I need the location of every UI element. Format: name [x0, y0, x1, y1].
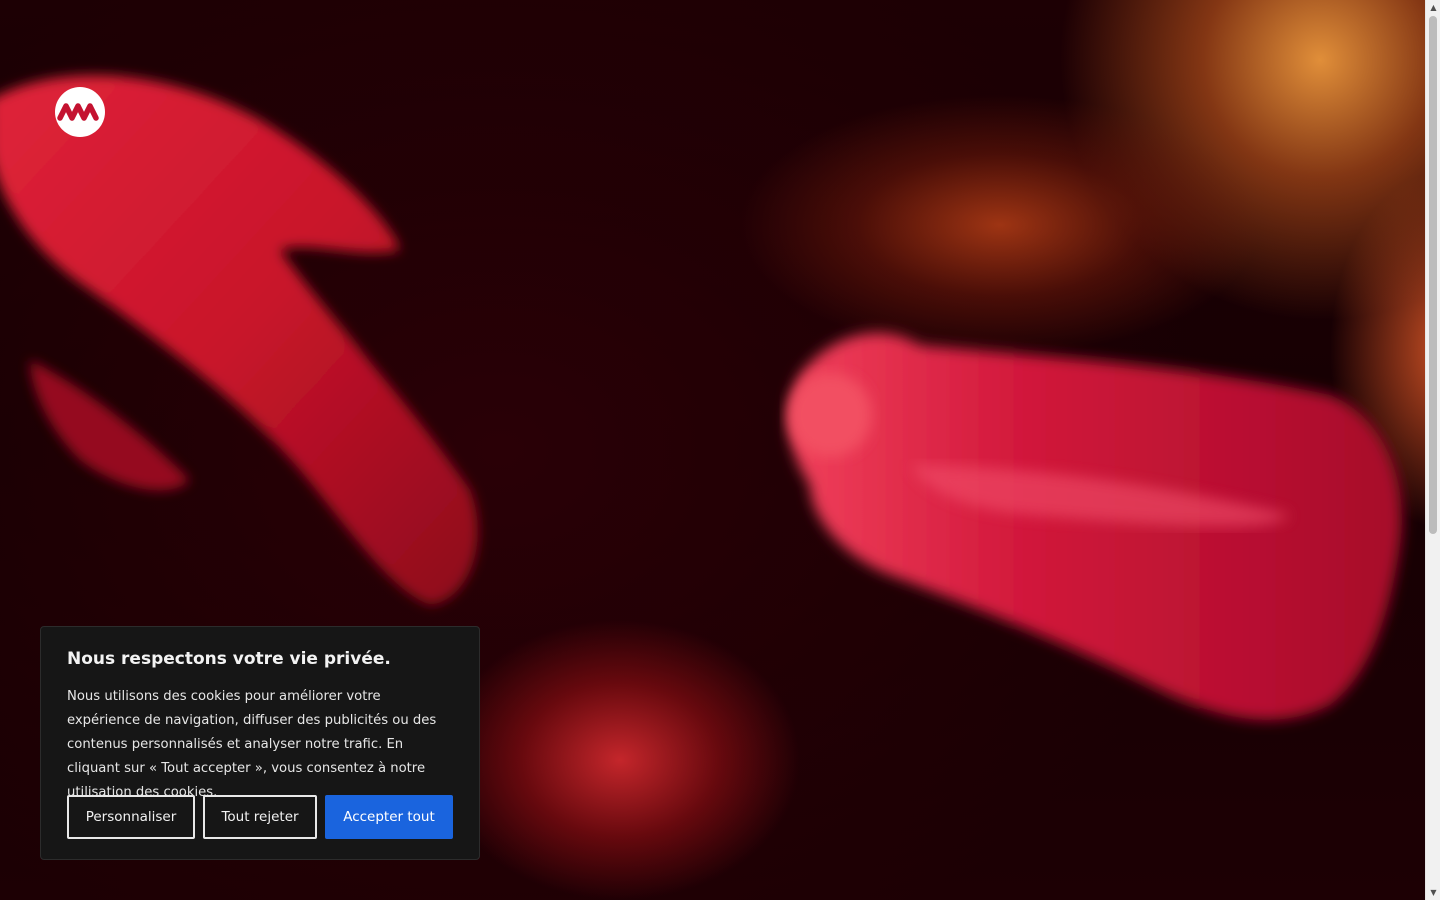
- accept-all-cookies-button[interactable]: Accepter tout: [325, 795, 453, 839]
- scrollbar-thumb[interactable]: [1429, 16, 1437, 534]
- scroll-up-arrow-icon[interactable]: ▲: [1426, 0, 1440, 15]
- scroll-down-arrow-icon[interactable]: ▼: [1426, 885, 1440, 900]
- page: Nous respectons votre vie privée. Nous u…: [0, 0, 1440, 900]
- customize-cookies-button[interactable]: Personnaliser: [67, 795, 195, 839]
- cookie-banner-description: Nous utilisons des cookies pour améliore…: [67, 689, 437, 800]
- red-tentacle-right: [788, 332, 1402, 720]
- reject-all-cookies-button[interactable]: Tout rejeter: [203, 795, 317, 839]
- cookie-banner-actions: Personnaliser Tout rejeter Accepter tout: [67, 795, 453, 839]
- brand-logo-icon[interactable]: [55, 87, 105, 137]
- cookie-consent-banner: Nous respectons votre vie privée. Nous u…: [40, 626, 480, 860]
- vertical-scrollbar[interactable]: ▲ ▼: [1425, 0, 1440, 900]
- cookie-banner-title: Nous respectons votre vie privée.: [67, 649, 391, 669]
- red-tentacle-left: [0, 75, 478, 605]
